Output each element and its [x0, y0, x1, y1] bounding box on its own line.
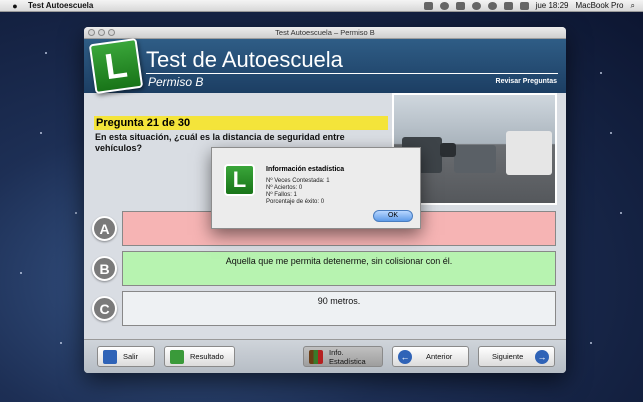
minimize-window-icon[interactable]: [98, 29, 105, 36]
arrow-left-icon: ←: [398, 349, 412, 364]
dropbox-icon[interactable]: [423, 1, 433, 10]
bluetooth-icon[interactable]: [471, 1, 481, 10]
volume-icon[interactable]: [503, 1, 513, 10]
display-icon[interactable]: [455, 1, 465, 10]
checkmark-icon: [170, 349, 184, 364]
menubar-app-name[interactable]: Test Autoescuela: [28, 1, 93, 10]
answer-letter-b: B: [92, 256, 117, 281]
stats-label: Info. Estadística: [329, 347, 366, 366]
window-titlebar[interactable]: Test Autoescuela – Permiso B: [84, 27, 566, 39]
ok-button[interactable]: OK: [373, 210, 413, 222]
stat-wrong: Nº Fallos: 1: [266, 192, 297, 198]
result-label: Resultado: [190, 352, 224, 361]
review-questions-link[interactable]: Revisar Preguntas: [496, 78, 557, 85]
result-button[interactable]: Resultado: [164, 346, 235, 367]
dialog-title: Información estadística: [266, 166, 345, 173]
apple-menu-icon[interactable]: ●: [8, 1, 22, 11]
question-counter: Pregunta 21 de 30: [94, 116, 388, 130]
dialog-logo-icon: L: [224, 164, 255, 196]
answer-b[interactable]: B Aquella que me permita detenerme, sin …: [90, 251, 556, 287]
previous-button[interactable]: ← Anterior: [392, 346, 469, 367]
sync-icon[interactable]: [439, 1, 449, 10]
answer-text-c[interactable]: 90 metros.: [122, 291, 556, 326]
menubar-clock[interactable]: jue 18:29: [536, 1, 569, 10]
header-divider: [146, 73, 558, 74]
answer-letter-c: C: [92, 296, 117, 321]
window-title: Test Autoescuela – Permiso B: [275, 28, 375, 37]
exit-icon: [103, 349, 117, 364]
stats-button[interactable]: Info. Estadística: [303, 346, 383, 367]
stat-correct: Nº Aciertos: 0: [266, 185, 303, 191]
statistics-dialog: L Información estadística Nº Veces Conte…: [211, 147, 421, 229]
app-title: Test de Autoescuela: [146, 47, 343, 72]
spotlight-search-icon[interactable]: ⌕: [631, 1, 635, 11]
answer-letter-a: A: [92, 216, 117, 241]
exit-label: Salir: [123, 352, 139, 361]
previous-label: Anterior: [426, 352, 453, 361]
answer-c[interactable]: C 90 metros.: [90, 291, 556, 327]
bar-chart-icon: [309, 349, 323, 364]
arrow-right-icon: →: [535, 349, 549, 364]
bottom-toolbar: Salir Resultado Info. Estadística ← Ante…: [84, 339, 566, 373]
stat-success-rate: Porcentaje de éxito: 0: [266, 199, 325, 205]
stat-times-answered: Nº Veces Contestada: 1: [266, 178, 330, 184]
exit-button[interactable]: Salir: [97, 346, 155, 367]
zoom-window-icon[interactable]: [108, 29, 115, 36]
l-plate-logo: L: [88, 37, 144, 95]
next-label: Siguiente: [492, 352, 524, 361]
app-header: Test de Autoescuela Permiso B Revisar Pr…: [84, 39, 566, 93]
next-button[interactable]: Siguiente →: [478, 346, 555, 367]
menubar-user[interactable]: MacBook Pro: [575, 1, 623, 10]
wifi-icon[interactable]: [487, 1, 497, 10]
close-window-icon[interactable]: [88, 29, 95, 36]
battery-icon[interactable]: [519, 1, 529, 10]
menu-bar: ● Test Autoescuela jue 18:29 MacBook Pro…: [0, 0, 643, 12]
app-subtitle: Permiso B: [148, 75, 204, 89]
answer-text-b[interactable]: Aquella que me permita detenerme, sin co…: [122, 251, 556, 286]
